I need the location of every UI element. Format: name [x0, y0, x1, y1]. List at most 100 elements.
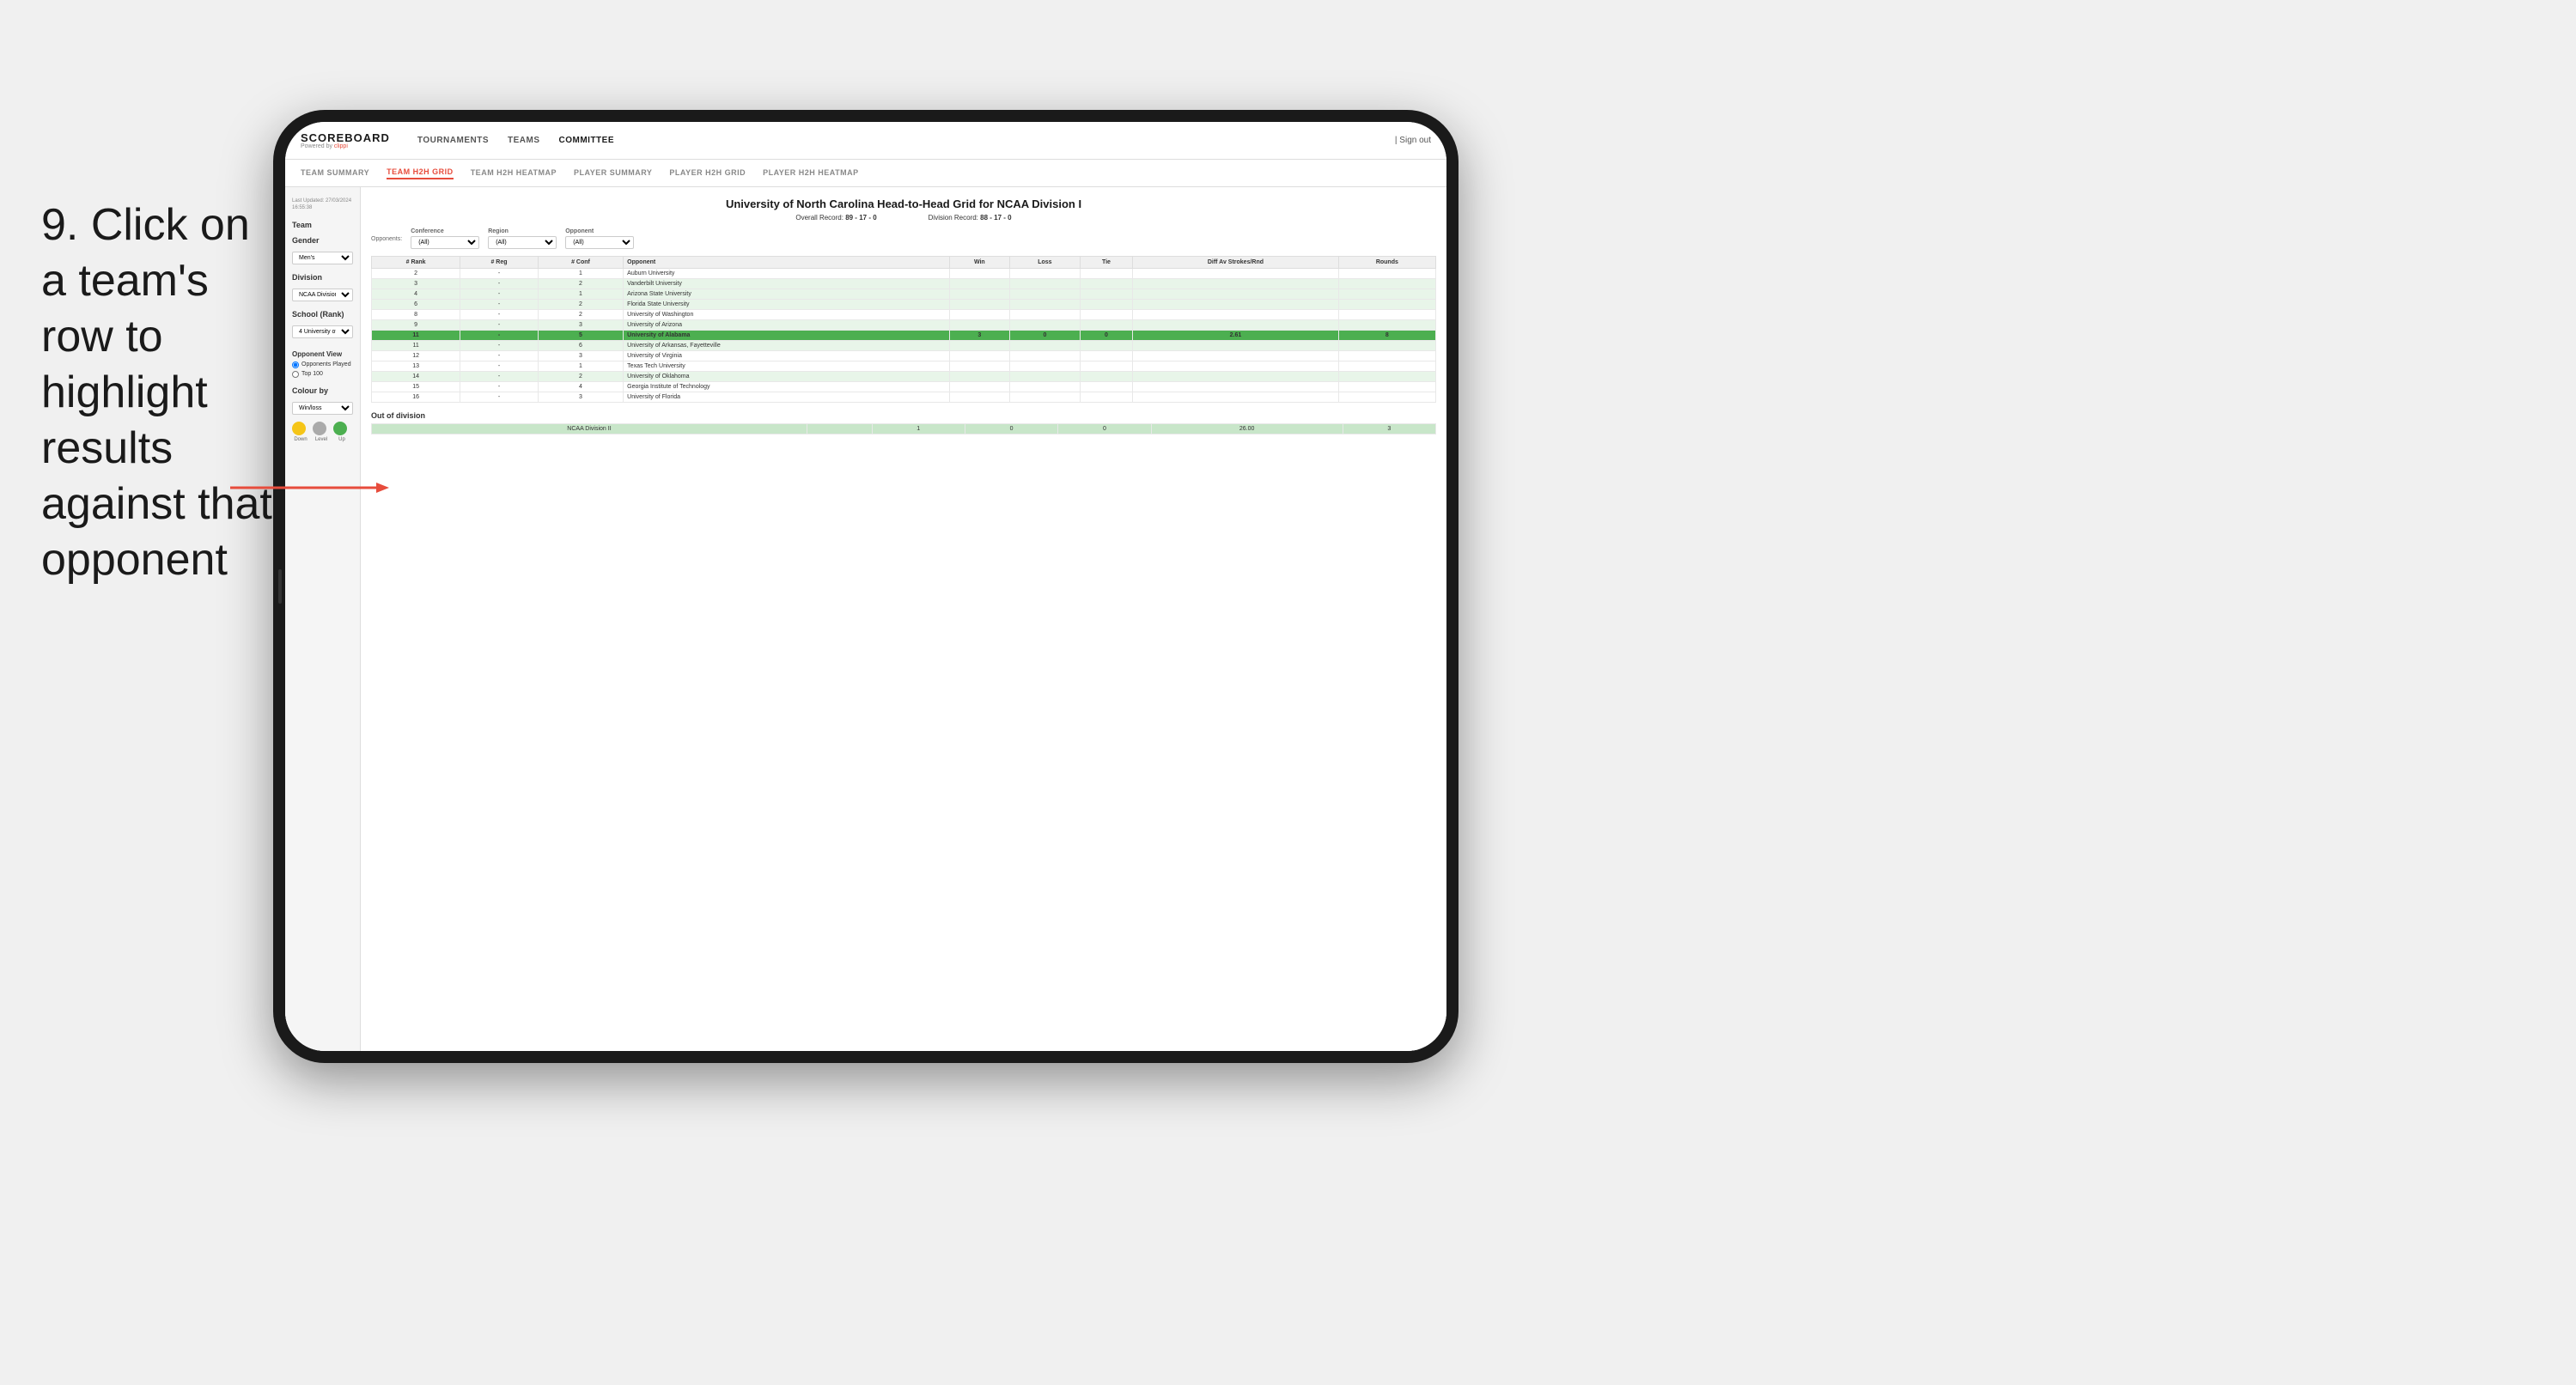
cell-0: 12: [372, 351, 460, 361]
col-rank: # Rank: [372, 257, 460, 269]
cell-0: 13: [372, 361, 460, 372]
opponent-view-label: Opponent View: [292, 350, 353, 358]
level-label: Level: [313, 437, 330, 442]
opponent-label: Opponent: [565, 228, 634, 234]
cell-3: University of Arizona: [624, 320, 950, 331]
opponents-played-option[interactable]: Opponents Played: [292, 361, 353, 368]
nav-tournaments[interactable]: TOURNAMENTS: [417, 136, 489, 145]
cell-5: [1009, 382, 1080, 392]
top-100-option[interactable]: Top 100: [292, 371, 353, 378]
cell-2: 2: [538, 372, 623, 382]
cell-0: 11: [372, 341, 460, 351]
cell-6: [1080, 279, 1132, 289]
gender-select[interactable]: Men's: [292, 252, 353, 264]
cell-1: -: [460, 279, 539, 289]
cell-7: [1133, 361, 1339, 372]
col-conf: # Conf: [538, 257, 623, 269]
cell-6: [1080, 320, 1132, 331]
color-down: [292, 422, 306, 435]
school-label: School (Rank): [292, 310, 353, 319]
table-row[interactable]: 6-2Florida State University: [372, 300, 1436, 310]
col-win: Win: [949, 257, 1009, 269]
cell-7: [1133, 372, 1339, 382]
cell-8: [1338, 310, 1435, 320]
cell-8: [1338, 392, 1435, 403]
cell-0: 8: [372, 310, 460, 320]
col-loss: Loss: [1009, 257, 1080, 269]
school-select[interactable]: 4 University of Nort...: [292, 325, 353, 338]
cell-6: [1080, 269, 1132, 279]
conference-select[interactable]: (All): [411, 236, 479, 249]
division-record: Division Record: 88 - 17 - 0: [929, 214, 1012, 222]
subnav-player-h2h-grid[interactable]: PLAYER H2H GRID: [669, 168, 746, 179]
cell-3: University of Washington: [624, 310, 950, 320]
cell-5: [1009, 361, 1080, 372]
opponent-select[interactable]: (All): [565, 236, 634, 249]
subnav-player-summary[interactable]: PLAYER SUMMARY: [574, 168, 652, 179]
table-row[interactable]: 11-6University of Arkansas, Fayetteville: [372, 341, 1436, 351]
out-division-empty: [807, 424, 872, 434]
out-division-diff: 26.00: [1151, 424, 1343, 434]
subnav-team-h2h-grid[interactable]: TEAM H2H GRID: [387, 167, 454, 179]
cell-7: [1133, 300, 1339, 310]
table-row[interactable]: 13-1Texas Tech University: [372, 361, 1436, 372]
conference-label: Conference: [411, 228, 479, 234]
subnav-team-summary[interactable]: TEAM SUMMARY: [301, 168, 369, 179]
region-select[interactable]: (All): [488, 236, 557, 249]
cell-0: 6: [372, 300, 460, 310]
division-select[interactable]: NCAA Division I: [292, 289, 353, 301]
col-diff: Diff Av Strokes/Rnd: [1133, 257, 1339, 269]
region-filter: Region (All): [488, 228, 557, 249]
overall-record: Overall Record: 89 - 17 - 0: [795, 214, 876, 222]
cell-6: [1080, 341, 1132, 351]
cell-7: [1133, 269, 1339, 279]
table-row[interactable]: 2-1Auburn University: [372, 269, 1436, 279]
opponents-filter-label: Opponents:: [371, 236, 402, 242]
cell-7: [1133, 279, 1339, 289]
cell-4: [949, 361, 1009, 372]
col-tie: Tie: [1080, 257, 1132, 269]
cell-3: Texas Tech University: [624, 361, 950, 372]
cell-3: Auburn University: [624, 269, 950, 279]
table-row[interactable]: 15-4Georgia Institute of Technology: [372, 382, 1436, 392]
table-row[interactable]: 4-1Arizona State University: [372, 289, 1436, 300]
out-division-tie: 0: [1058, 424, 1151, 434]
cell-8: [1338, 300, 1435, 310]
cell-7: [1133, 351, 1339, 361]
cell-1: -: [460, 382, 539, 392]
table-row[interactable]: 14-2University of Oklahoma: [372, 372, 1436, 382]
cell-2: 2: [538, 279, 623, 289]
cell-1: -: [460, 341, 539, 351]
cell-0: 3: [372, 279, 460, 289]
region-label: Region: [488, 228, 557, 234]
cell-1: -: [460, 361, 539, 372]
subnav-team-h2h-heatmap[interactable]: TEAM H2H HEATMAP: [471, 168, 557, 179]
col-opponent: Opponent: [624, 257, 950, 269]
cell-4: [949, 392, 1009, 403]
table-row[interactable]: 11-5University of Alabama3002.618: [372, 331, 1436, 341]
logo-title: SCOREBOARD: [301, 132, 390, 143]
nav-committee[interactable]: COMMITTEE: [559, 136, 615, 145]
cell-3: Florida State University: [624, 300, 950, 310]
table-row[interactable]: 16-3University of Florida: [372, 392, 1436, 403]
opponent-view-options: Opponents Played Top 100: [292, 361, 353, 378]
cell-5: [1009, 300, 1080, 310]
out-division-row[interactable]: NCAA Division II 1 0 0 26.00 3: [372, 424, 1436, 434]
cell-2: 5: [538, 331, 623, 341]
table-row[interactable]: 9-3University of Arizona: [372, 320, 1436, 331]
team-label: Team: [292, 221, 353, 229]
cell-6: [1080, 382, 1132, 392]
nav-teams[interactable]: TEAMS: [508, 136, 540, 145]
table-row[interactable]: 12-3University of Virginia: [372, 351, 1436, 361]
color-labels: Down Level Up: [292, 437, 353, 442]
sign-out-link[interactable]: | Sign out: [1395, 136, 1431, 145]
cell-0: 2: [372, 269, 460, 279]
table-row[interactable]: 8-2University of Washington: [372, 310, 1436, 320]
cell-4: [949, 341, 1009, 351]
table-row[interactable]: 3-2Vanderbilt University: [372, 279, 1436, 289]
colour-by-select[interactable]: Win/loss: [292, 402, 353, 415]
cell-2: 2: [538, 300, 623, 310]
cell-2: 1: [538, 289, 623, 300]
cell-6: [1080, 361, 1132, 372]
subnav-player-h2h-heatmap[interactable]: PLAYER H2H HEATMAP: [763, 168, 859, 179]
